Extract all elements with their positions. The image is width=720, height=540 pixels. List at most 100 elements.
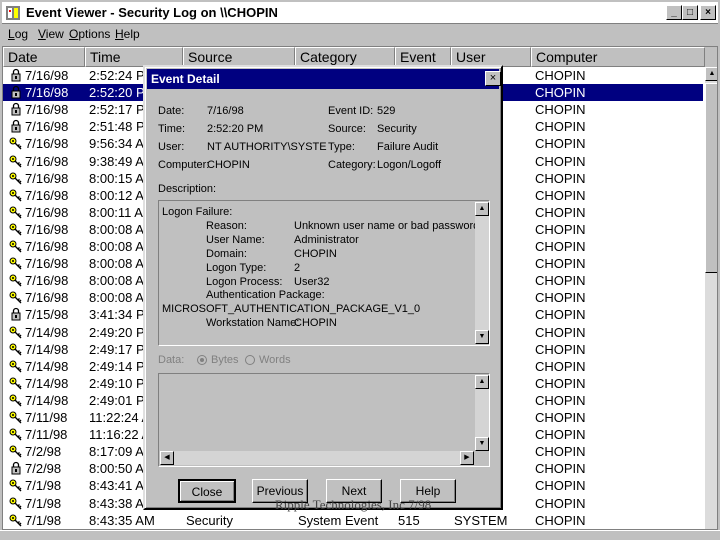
- cell-category: System Event: [298, 512, 379, 528]
- cell-computer: CHOPIN: [535, 136, 586, 152]
- cell-computer: CHOPIN: [535, 187, 586, 203]
- scroll-right-icon[interactable]: ▶: [460, 451, 474, 465]
- cell-computer: CHOPIN: [535, 204, 586, 220]
- data-textbox[interactable]: ▲ ▼ ◀ ▶: [158, 373, 490, 467]
- description-line-label: Reason:: [206, 219, 247, 232]
- menu-view[interactable]: View: [38, 27, 64, 41]
- cell-date: 7/16/98: [25, 68, 69, 83]
- lock-icon: [9, 119, 23, 133]
- column-header-computer[interactable]: Computer: [531, 47, 705, 67]
- watermark: Ripple Technologies, Inc 7/98: [275, 497, 432, 512]
- key-icon: [9, 239, 23, 253]
- user-label: User:: [158, 141, 185, 153]
- description-line-label: Logon Process:: [206, 275, 283, 288]
- scroll-up-icon[interactable]: ▲: [475, 202, 489, 216]
- lock-icon: [9, 307, 23, 321]
- minimize-button[interactable]: _: [666, 5, 682, 20]
- vertical-scrollbar[interactable]: ▲: [705, 67, 717, 529]
- lock-icon: [9, 102, 23, 116]
- cell-date: 7/1/98: [25, 495, 62, 511]
- computer-label: Computer:: [158, 159, 210, 171]
- column-header-event[interactable]: Event: [395, 47, 451, 67]
- key-icon: [9, 359, 23, 373]
- menu-log[interactable]: Log: [8, 27, 28, 41]
- cell-computer: CHOPIN: [535, 307, 586, 323]
- time-value: 2:52:20 PM: [207, 123, 264, 135]
- close-window-button[interactable]: ×: [700, 5, 716, 20]
- key-icon: [9, 256, 23, 270]
- type-label: Type:: [328, 141, 355, 153]
- menu-options[interactable]: Options: [69, 27, 110, 41]
- description-label: Description:: [158, 183, 217, 195]
- cell-time: 8:43:35 AM: [89, 512, 155, 528]
- lock-icon: [9, 68, 23, 82]
- taskbar: [0, 530, 720, 540]
- column-header-source[interactable]: Source: [183, 47, 295, 67]
- column-header-time[interactable]: Time: [85, 47, 183, 67]
- column-header-category[interactable]: Category: [295, 47, 395, 67]
- cell-date: 7/11/98: [25, 427, 68, 443]
- key-icon: [9, 410, 23, 424]
- cell-computer: CHOPIN: [535, 85, 586, 101]
- cell-date: 7/16/98: [25, 136, 69, 152]
- key-icon: [9, 273, 23, 287]
- scroll-down-icon[interactable]: ▼: [475, 437, 489, 451]
- key-icon: [9, 154, 23, 168]
- cell-computer: CHOPIN: [535, 153, 586, 169]
- lock-icon: [9, 461, 23, 475]
- dialog-close-icon[interactable]: ×: [485, 71, 501, 86]
- category-value: Logon/Logoff: [377, 159, 442, 171]
- cell-date: 7/14/98: [25, 358, 69, 374]
- event-id-value: 529: [377, 105, 396, 117]
- data-vertical-scrollbar[interactable]: ▲ ▼: [475, 375, 489, 451]
- description-line-value: Administrator: [294, 233, 359, 246]
- cell-date: 7/14/98: [25, 324, 69, 340]
- cell-date: 7/16/98: [25, 187, 69, 203]
- key-icon: [9, 376, 23, 390]
- cell-computer: CHOPIN: [535, 341, 586, 357]
- date-label: Date:: [158, 105, 185, 117]
- column-header-user[interactable]: User: [451, 47, 531, 67]
- maximize-button[interactable]: □: [682, 5, 698, 20]
- dialog-title: Event Detail: [151, 72, 220, 86]
- bytes-label: Bytes: [211, 354, 239, 366]
- description-textbox[interactable]: Logon Failure: Reason: Unknown user name o…: [158, 200, 490, 346]
- key-icon: [9, 171, 23, 185]
- scroll-left-icon[interactable]: ◀: [160, 451, 174, 465]
- scroll-up-icon[interactable]: ▲: [475, 375, 489, 389]
- description-line-label: MICROSOFT_AUTHENTICATION_PACKAGE_V1_0: [162, 303, 421, 316]
- scroll-thumb[interactable]: [705, 83, 717, 273]
- words-radio[interactable]: [245, 355, 255, 365]
- dialog-title-bar[interactable]: Event Detail ×: [147, 69, 501, 89]
- description-line-label: Workstation Name:: [206, 317, 300, 330]
- cell-computer: CHOPIN: [535, 290, 586, 306]
- key-icon: [9, 188, 23, 202]
- cell-date: 7/16/98: [25, 119, 69, 135]
- table-row[interactable]: 7/1/98 8:43:35 AM Security System Event 515 S…: [3, 512, 703, 529]
- cell-computer: CHOPIN: [535, 358, 586, 374]
- cell-date: 7/1/98: [25, 512, 62, 528]
- cell-computer: CHOPIN: [535, 170, 586, 186]
- cell-date: 7/16/98: [25, 239, 69, 254]
- description-scrollbar[interactable]: ▲ ▼: [475, 202, 489, 344]
- lock-icon: [9, 85, 23, 99]
- title-bar[interactable]: Event Viewer - Security Log on \\CHOPIN …: [2, 2, 718, 24]
- data-label: Data:: [158, 354, 185, 366]
- cell-computer: CHOPIN: [535, 392, 586, 408]
- source-label: Source:: [328, 123, 366, 135]
- column-header-date[interactable]: Date: [3, 47, 85, 67]
- cell-computer: CHOPIN: [535, 102, 586, 118]
- source-value: Security: [377, 123, 417, 135]
- data-horizontal-scrollbar[interactable]: ◀ ▶: [160, 451, 474, 465]
- cell-computer: CHOPIN: [535, 68, 586, 83]
- bytes-radio[interactable]: [197, 355, 207, 365]
- category-label: Category:: [328, 159, 376, 171]
- menu-help[interactable]: Help: [115, 27, 140, 41]
- scroll-down-icon[interactable]: ▼: [475, 330, 489, 344]
- key-icon: [9, 136, 23, 150]
- description-line-label: User Name:: [206, 233, 265, 246]
- description-text: Logon Failure: Reason: Unknown user name o…: [160, 202, 479, 344]
- cell-computer: CHOPIN: [535, 119, 586, 135]
- scroll-up-icon[interactable]: ▲: [705, 67, 717, 81]
- close-button[interactable]: Close: [178, 479, 236, 503]
